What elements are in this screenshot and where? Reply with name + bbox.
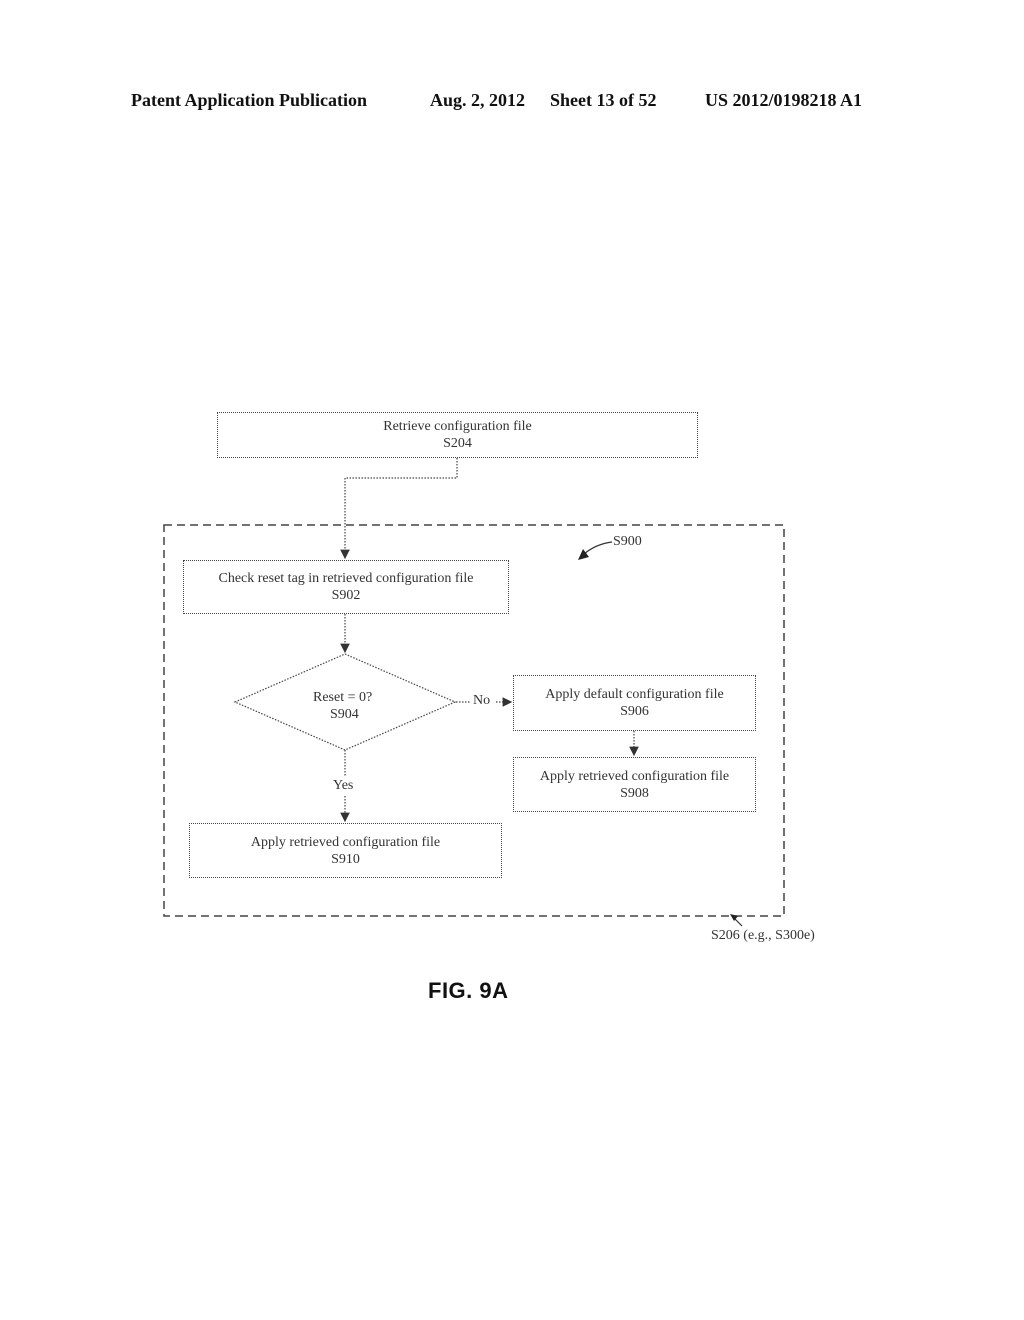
s906-step: S906 <box>620 704 649 719</box>
s204-step: S204 <box>443 436 472 451</box>
edge-label-no: No <box>473 693 491 708</box>
figure-caption: FIG. 9A <box>428 978 509 1003</box>
s910-step: S910 <box>331 851 360 867</box>
process-box-s906: Apply default configuration file S906 <box>513 675 756 731</box>
s908-step: S908 <box>620 785 649 801</box>
s910-text: Apply retrieved configuration file <box>250 834 441 850</box>
decision-s904-step: S904 <box>330 707 359 722</box>
group-label-s900: S900 <box>613 534 642 549</box>
diagram-connectors <box>163 458 785 927</box>
s206-arrowhead <box>730 914 738 921</box>
s902-step: S902 <box>331 588 361 603</box>
s900-arrowhead <box>578 549 589 560</box>
process-box-s908: Apply retrieved configuration file S908 <box>513 757 756 812</box>
decision-s904-text: Reset = 0? <box>313 690 373 705</box>
s902-text: Check reset tag in retrieved configurati… <box>218 571 474 586</box>
s204-text: Retrieve configuration file <box>383 419 532 434</box>
edge-label-yes: Yes <box>333 778 354 793</box>
outer-label-s206: S206 (e.g., S300e) <box>711 928 815 943</box>
process-box-s902: Check reset tag in retrieved configurati… <box>183 560 509 614</box>
process-box-s910: Apply retrieved configuration file S910 <box>189 823 502 878</box>
s900-leader-arrow <box>583 541 613 555</box>
process-box-s204: Retrieve configuration file S204 <box>217 412 698 458</box>
edge-s204-s902 <box>340 458 458 560</box>
s908-text: Apply retrieved configuration file <box>539 768 730 784</box>
s906-text: Apply default configuration file <box>545 687 724 702</box>
